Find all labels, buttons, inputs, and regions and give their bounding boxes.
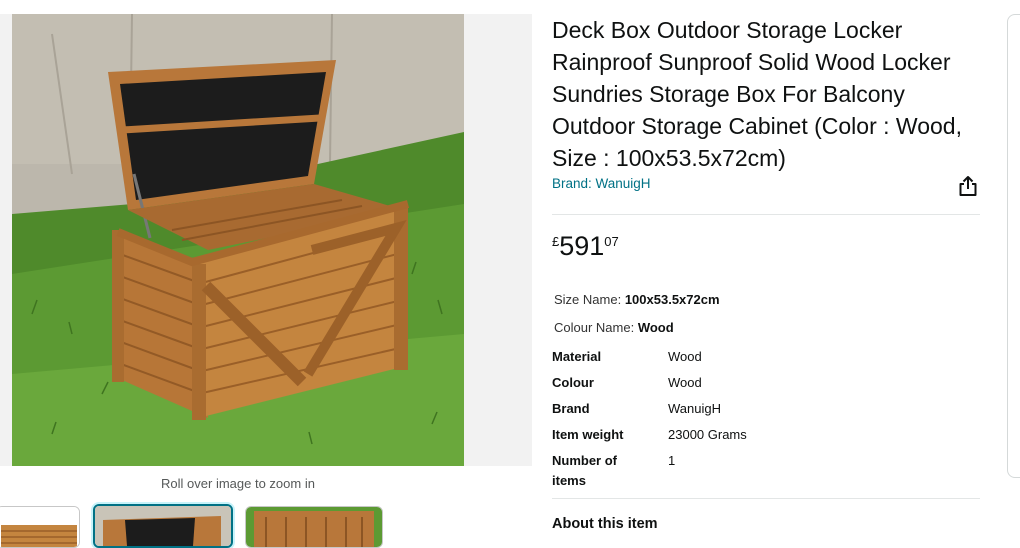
wooden-deck-box-photo [12, 14, 464, 466]
size-value: 100x53.5x72cm [624, 292, 720, 307]
size-label: Size Name: [554, 292, 622, 307]
thumbnail-open-lid[interactable] [93, 504, 233, 548]
spec-value: WanuigH [668, 401, 721, 416]
spec-key: Material [552, 349, 602, 364]
spec-value: 23000 Grams [668, 427, 747, 442]
price-currency-symbol: £ [552, 234, 560, 249]
share-icon [959, 176, 977, 196]
colour-value: Wood [637, 320, 674, 335]
spec-value: 1 [668, 453, 676, 468]
divider [552, 214, 980, 215]
share-button[interactable] [957, 175, 979, 197]
about-this-item-heading: About this item [552, 516, 658, 532]
spec-key: Item weight [552, 427, 624, 442]
thumbnail-top-view[interactable] [245, 506, 383, 548]
main-product-image[interactable] [12, 14, 464, 466]
colour-variation: Colour Name: Wood [554, 320, 674, 335]
zoom-hint: Roll over image to zoom in [161, 476, 315, 491]
price-whole: 591 [559, 231, 605, 261]
price-fraction: 07 [604, 234, 619, 249]
size-variation: Size Name: 100x53.5x72cm [554, 292, 720, 307]
spec-key: Colour [552, 375, 594, 390]
spec-key: Brand [552, 401, 590, 416]
image-gallery [0, 14, 532, 466]
spec-key: Number of items [552, 453, 617, 488]
price: £ 591 07 [552, 232, 619, 260]
buy-box-card [1007, 14, 1020, 478]
spec-value: Wood [668, 349, 702, 364]
divider [552, 498, 980, 499]
brand-link[interactable]: Brand: WanuigH [552, 176, 651, 191]
colour-label: Colour Name: [554, 320, 635, 335]
spec-value: Wood [668, 375, 702, 390]
product-title: Deck Box Outdoor Storage Locker Rainproo… [552, 17, 962, 171]
thumbnail-side-view[interactable] [0, 506, 80, 548]
